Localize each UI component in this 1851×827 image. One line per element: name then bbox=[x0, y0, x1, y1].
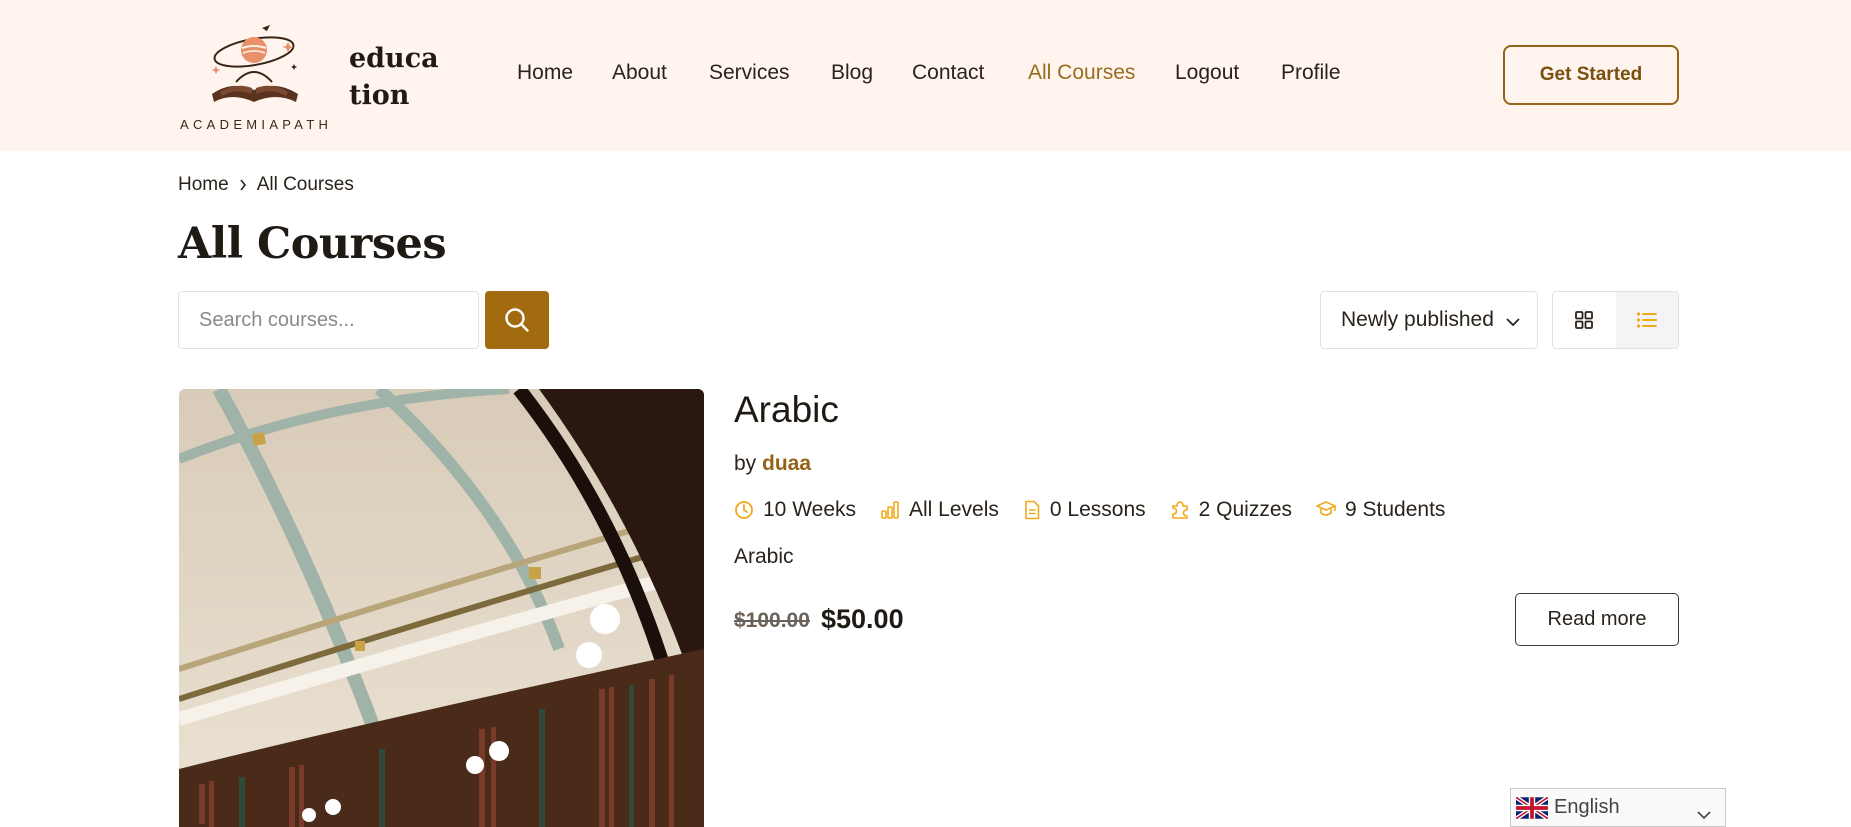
grid-icon bbox=[1575, 311, 1594, 329]
site-header: ACADEMIAPATH educa tion Home About Servi… bbox=[0, 0, 1851, 151]
document-icon bbox=[1025, 500, 1040, 520]
breadcrumb-current: All Courses bbox=[256, 174, 354, 195]
nav-link-contact[interactable]: Contact bbox=[912, 61, 984, 85]
meta-lessons: 0 Lessons bbox=[1023, 498, 1146, 522]
meta-students: 9 Students bbox=[1316, 498, 1445, 522]
list-icon bbox=[1636, 312, 1657, 328]
uk-flag-icon bbox=[1516, 796, 1548, 819]
language-selector[interactable]: English bbox=[1510, 788, 1726, 827]
course-author: by duaa bbox=[734, 452, 811, 476]
clock-icon bbox=[735, 501, 753, 519]
nav-link-profile[interactable]: Profile bbox=[1281, 61, 1341, 85]
grid-view-button[interactable] bbox=[1553, 292, 1616, 348]
sort-select[interactable]: Newly published bbox=[1320, 291, 1538, 349]
chevron-right-icon bbox=[239, 179, 247, 191]
course-title[interactable]: Arabic bbox=[734, 389, 839, 431]
search-button[interactable] bbox=[485, 291, 549, 349]
meta-quizzes-text: 2 Quizzes bbox=[1198, 498, 1292, 521]
meta-lessons-text: 0 Lessons bbox=[1049, 498, 1146, 521]
author-link[interactable]: duaa bbox=[762, 452, 811, 475]
nav-link-home[interactable]: Home bbox=[517, 61, 573, 85]
meta-duration-text: 10 Weeks bbox=[763, 498, 856, 521]
site-name[interactable]: educa tion bbox=[349, 40, 449, 114]
nav-link-all-courses[interactable]: All Courses bbox=[1028, 61, 1135, 85]
puzzle-icon bbox=[1171, 501, 1188, 519]
site-name-line2: tion bbox=[349, 80, 410, 111]
site-name-line1: educa bbox=[349, 43, 439, 74]
price-sale: $50.00 bbox=[821, 604, 904, 634]
nav-link-about[interactable]: About bbox=[612, 61, 667, 85]
logo-wordmark: ACADEMIAPATH bbox=[180, 117, 333, 132]
search-icon bbox=[505, 308, 529, 332]
breadcrumb-home[interactable]: Home bbox=[178, 174, 229, 196]
chevron-down-icon bbox=[1697, 803, 1711, 826]
list-view-button[interactable] bbox=[1615, 292, 1678, 348]
price-original: $100.00 bbox=[734, 609, 810, 632]
book-planet-logo-icon bbox=[211, 25, 298, 102]
nav-link-services[interactable]: Services bbox=[709, 61, 790, 85]
sort-selected-value: Newly published bbox=[1341, 308, 1494, 331]
nav-link-logout[interactable]: Logout bbox=[1175, 61, 1239, 85]
language-selected-value: English bbox=[1554, 796, 1620, 818]
course-meta: 10 Weeks All Levels 0 Lessons 2 Quizzes … bbox=[734, 498, 1469, 522]
nav-link-blog[interactable]: Blog bbox=[831, 61, 873, 85]
read-more-button[interactable]: Read more bbox=[1515, 593, 1679, 646]
breadcrumb: Home All Courses bbox=[178, 174, 354, 196]
meta-quizzes: 2 Quizzes bbox=[1170, 498, 1292, 522]
course-description: Arabic bbox=[734, 545, 794, 568]
view-toggle bbox=[1552, 291, 1679, 349]
meta-level: All Levels bbox=[880, 498, 999, 522]
page-title: All Courses bbox=[178, 219, 447, 269]
graduation-cap-icon bbox=[1316, 501, 1336, 516]
meta-duration: 10 Weeks bbox=[734, 498, 856, 522]
meta-level-text: All Levels bbox=[909, 498, 999, 521]
chevron-down-icon bbox=[1505, 312, 1521, 336]
academiapath-logo[interactable]: ACADEMIAPATH bbox=[178, 22, 333, 132]
author-by-label: by bbox=[734, 452, 757, 475]
bar-chart-icon bbox=[881, 501, 899, 519]
meta-students-text: 9 Students bbox=[1345, 498, 1446, 521]
get-started-button[interactable]: Get Started bbox=[1503, 45, 1679, 105]
search-input[interactable] bbox=[178, 291, 479, 349]
course-thumbnail-library-dome[interactable] bbox=[179, 389, 704, 827]
